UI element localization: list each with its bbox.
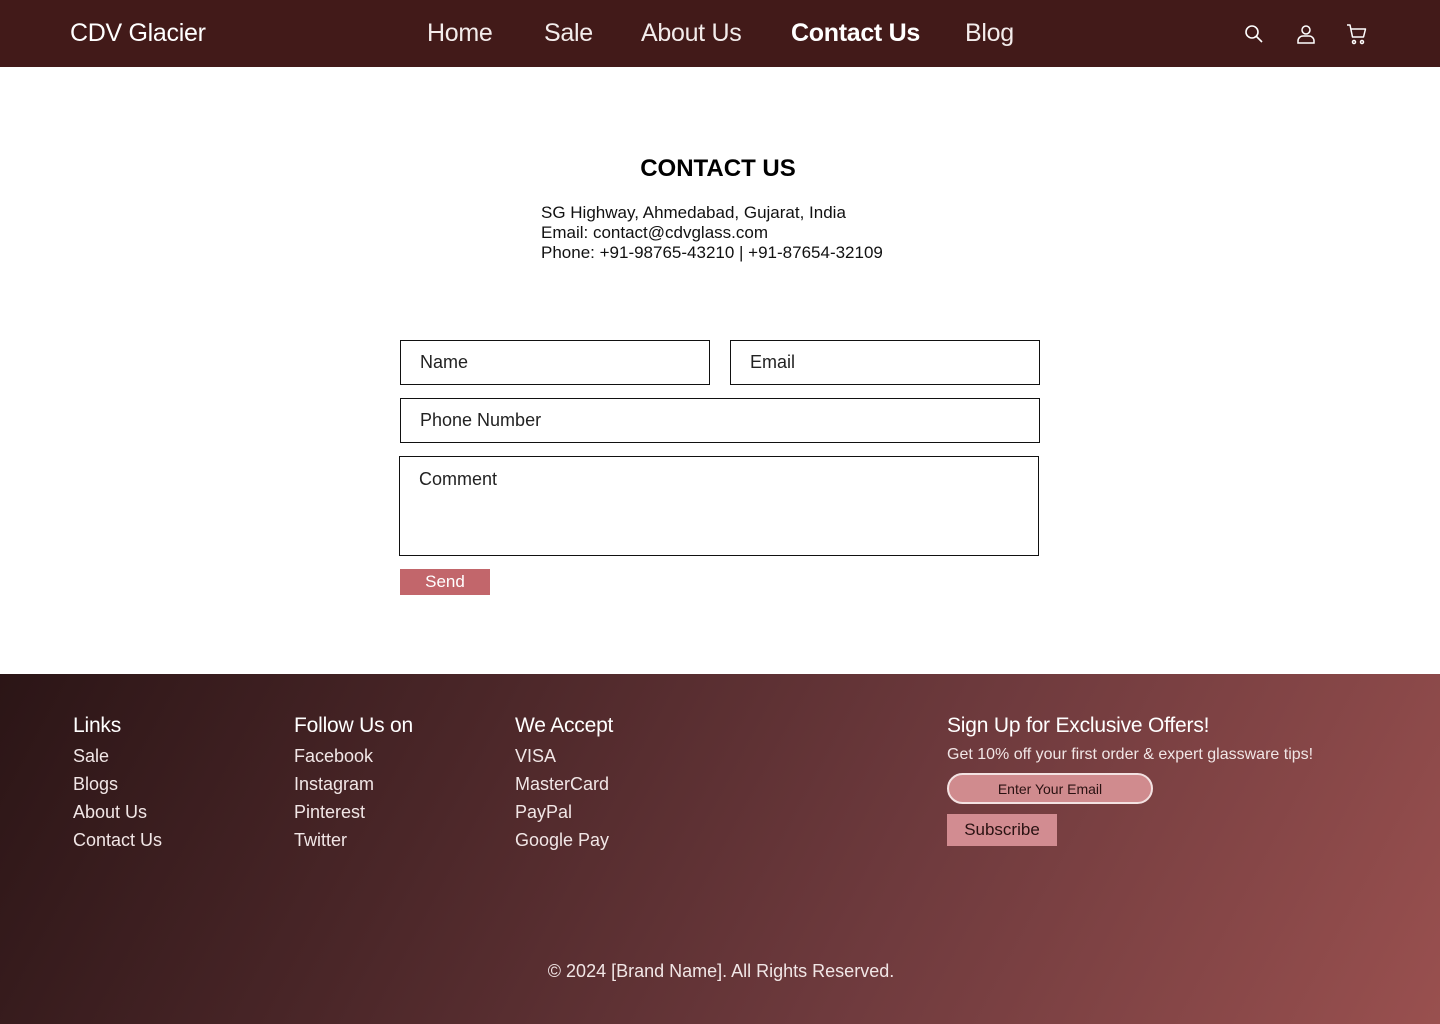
footer-link-facebook[interactable]: Facebook xyxy=(294,742,413,770)
copyright-text: © 2024 [Brand Name]. All Rights Reserved… xyxy=(547,961,895,981)
nav-contact-us[interactable]: Contact Us xyxy=(791,19,920,48)
user-icon[interactable] xyxy=(1294,22,1318,46)
nav-blog[interactable]: Blog xyxy=(965,19,1014,48)
brand-logo[interactable]: CDV Glacier xyxy=(70,19,206,48)
payment-google-pay: Google Pay xyxy=(515,830,610,850)
payment-paypal: PayPal xyxy=(515,802,573,822)
contact-email: Email: contact@cdvglass.com xyxy=(541,223,769,242)
footer-links-column: Links Sale Blogs About Us Contact Us xyxy=(73,714,162,854)
contact-phone: Phone: +91-98765-43210 | +91-87654-32109 xyxy=(541,243,883,262)
site-footer: Links Sale Blogs About Us Contact Us Fol… xyxy=(0,674,1440,1024)
signup-description: Get 10% off your first order & expert gl… xyxy=(947,746,1314,763)
comment-field[interactable] xyxy=(399,456,1039,556)
footer-link-about-us[interactable]: About Us xyxy=(73,798,162,826)
footer-link-contact-us[interactable]: Contact Us xyxy=(73,826,162,854)
footer-follow-heading: Follow Us on xyxy=(294,714,413,737)
email-field[interactable] xyxy=(730,340,1040,385)
footer-follow-column: Follow Us on Facebook Instagram Pinteres… xyxy=(294,714,413,854)
payment-visa: VISA xyxy=(515,746,557,766)
contact-address: SG Highway, Ahmedabad, Gujarat, India xyxy=(541,203,846,222)
footer-link-sale[interactable]: Sale xyxy=(73,742,162,770)
phone-field[interactable] xyxy=(400,398,1040,443)
name-field[interactable] xyxy=(400,340,710,385)
footer-link-blogs[interactable]: Blogs xyxy=(73,770,162,798)
nav-about-us[interactable]: About Us xyxy=(641,19,742,48)
newsletter-email-input[interactable] xyxy=(947,773,1153,804)
page-title: CONTACT US xyxy=(640,155,796,182)
footer-accept-column: We Accept VISA MasterCard PayPal Google … xyxy=(515,714,613,854)
send-button[interactable]: Send xyxy=(400,569,490,595)
footer-links-heading: Links xyxy=(73,714,122,737)
footer-link-twitter[interactable]: Twitter xyxy=(294,826,413,854)
footer-link-instagram[interactable]: Instagram xyxy=(294,770,413,798)
subscribe-button[interactable]: Subscribe xyxy=(947,814,1057,846)
cart-icon[interactable] xyxy=(1345,22,1369,46)
nav-home[interactable]: Home xyxy=(427,19,493,48)
contact-info: SG Highway, Ahmedabad, Gujarat, India Em… xyxy=(541,203,883,263)
search-icon[interactable] xyxy=(1242,22,1266,46)
payment-mastercard: MasterCard xyxy=(515,774,610,794)
footer-accept-heading: We Accept xyxy=(515,714,614,737)
nav-sale[interactable]: Sale xyxy=(544,19,593,48)
signup-heading: Sign Up for Exclusive Offers! xyxy=(947,714,1210,737)
site-header: CDV Glacier Home Sale About Us Contact U… xyxy=(0,0,1440,67)
footer-link-pinterest[interactable]: Pinterest xyxy=(294,798,413,826)
